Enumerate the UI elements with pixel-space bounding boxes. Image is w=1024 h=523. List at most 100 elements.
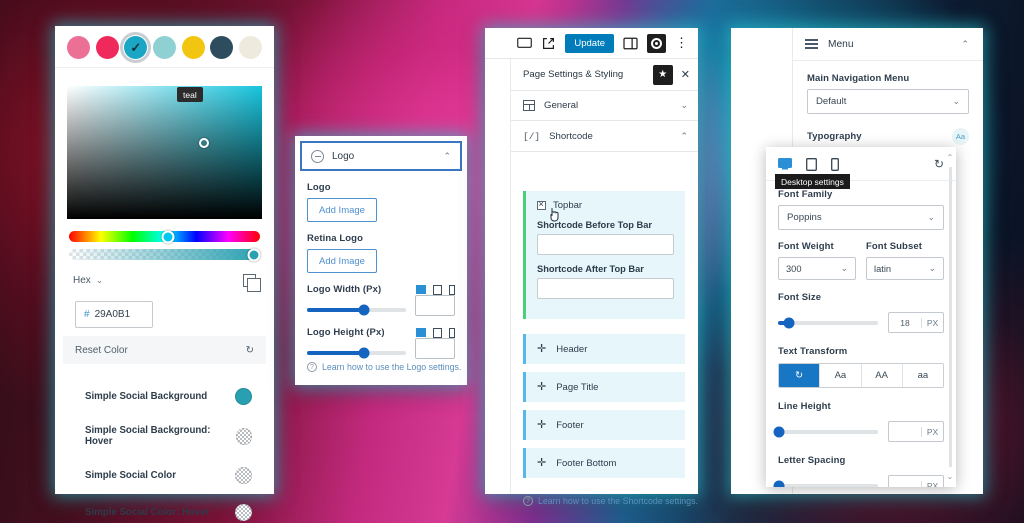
- letter-spacing-row: PX: [773, 475, 944, 487]
- social-row-label: Simple Social Background: [85, 391, 208, 402]
- desktop-icon[interactable]: [416, 328, 426, 337]
- font-family-select[interactable]: Poppins ⌄: [778, 205, 944, 230]
- logo-width-input[interactable]: [415, 295, 455, 316]
- checkbox-icon[interactable]: [537, 199, 546, 210]
- topbar-checkbox-label: Topbar: [553, 200, 583, 211]
- main-nav-select[interactable]: Default ⌄: [807, 89, 969, 114]
- alpha-slider-handle[interactable]: [247, 248, 261, 261]
- section-header[interactable]: ✛ Header: [523, 334, 685, 364]
- swatch-pink[interactable]: [67, 36, 90, 59]
- tablet-icon[interactable]: [433, 327, 442, 338]
- letter-spacing-input[interactable]: PX: [888, 475, 944, 487]
- alpha-slider[interactable]: [69, 248, 261, 261]
- swatch-cream[interactable]: [238, 36, 262, 59]
- section-footer-bottom[interactable]: ✛ Footer Bottom: [523, 448, 685, 478]
- popover-scrollbar[interactable]: ⌃ ⌄: [946, 153, 954, 481]
- retina-add-image-button[interactable]: Add Image: [307, 249, 377, 273]
- text-transform-group: ↻ Aa AA aa: [778, 363, 944, 388]
- mobile-icon[interactable]: [831, 157, 839, 171]
- mobile-icon[interactable]: [449, 327, 455, 338]
- social-color-swatch[interactable]: [235, 427, 252, 445]
- logo-height-input[interactable]: [415, 338, 455, 359]
- settings-gear-icon[interactable]: [647, 33, 666, 53]
- section-footer[interactable]: ✛ Footer: [523, 410, 685, 440]
- chevron-down-icon: ⌄: [952, 96, 960, 106]
- typography-badge-icon[interactable]: Aa: [952, 128, 969, 145]
- line-height-slider-handle[interactable]: [773, 426, 785, 437]
- sidebar-toggle-icon[interactable]: [623, 37, 638, 50]
- desktop-preview-icon[interactable]: [517, 37, 533, 50]
- reset-icon[interactable]: ↻: [934, 157, 944, 171]
- social-color-swatch[interactable]: [235, 388, 252, 405]
- tablet-icon[interactable]: [433, 284, 442, 295]
- close-icon[interactable]: ✕: [681, 68, 690, 81]
- social-color-swatch[interactable]: [235, 504, 252, 521]
- shortcode-learn-link[interactable]: ? Learn how to use the Shortcode setting…: [523, 496, 698, 506]
- hue-slider-handle[interactable]: [161, 230, 175, 243]
- list-item[interactable]: Simple Social Background: [55, 378, 274, 415]
- update-button[interactable]: Update: [565, 33, 614, 53]
- logo-field-label: Logo: [307, 182, 331, 193]
- logo-section-header[interactable]: Logo ⌃: [300, 141, 462, 171]
- list-item[interactable]: Simple Social Color: [55, 457, 274, 494]
- topbar-checkbox-row[interactable]: Topbar: [537, 199, 674, 222]
- mobile-icon[interactable]: [449, 284, 455, 295]
- shortcode-before-input[interactable]: [537, 234, 674, 255]
- sv-selector-handle[interactable]: [199, 138, 209, 148]
- section-shortcode[interactable]: [/] Shortcode ⌃: [511, 122, 698, 152]
- desktop-icon[interactable]: [416, 285, 426, 294]
- menu-section-header[interactable]: Menu ⌃: [793, 28, 983, 61]
- section-general[interactable]: General ⌄: [511, 91, 698, 121]
- font-size-input[interactable]: 18 PX: [888, 312, 944, 333]
- font-subset-select[interactable]: latin ⌄: [866, 257, 944, 280]
- text-transform-lowercase-option[interactable]: aa: [902, 364, 943, 387]
- font-size-slider[interactable]: [778, 317, 878, 328]
- plus-icon: ✛: [537, 381, 547, 393]
- text-transform-uppercase-option[interactable]: AA: [861, 364, 903, 387]
- color-format-select[interactable]: Hex ⌄: [73, 275, 103, 286]
- logo-panel: Logo ⌃ Logo Add Image Retina Logo Add Im…: [295, 136, 467, 385]
- section-label: Footer: [556, 419, 584, 431]
- logo-height-slider[interactable]: [307, 347, 406, 359]
- logo-width-slider[interactable]: [307, 304, 406, 316]
- social-color-swatch[interactable]: [235, 467, 252, 484]
- shortcode-after-input[interactable]: [537, 278, 674, 299]
- line-height-input[interactable]: PX: [888, 421, 944, 442]
- tablet-icon[interactable]: [806, 157, 817, 171]
- hue-slider[interactable]: [69, 230, 260, 243]
- letter-spacing-slider-handle[interactable]: [773, 480, 785, 487]
- text-transform-capitalize-option[interactable]: Aa: [820, 364, 862, 387]
- scroll-down-icon[interactable]: ⌄: [946, 472, 954, 481]
- copy-icon[interactable]: [243, 274, 261, 292]
- add-image-button[interactable]: Add Image: [307, 198, 377, 222]
- chevron-up-icon: ⌃: [961, 38, 969, 49]
- line-height-slider[interactable]: [773, 426, 878, 437]
- reset-color-button[interactable]: Reset Color ↻: [63, 336, 266, 364]
- saturation-value-area[interactable]: [67, 86, 262, 219]
- logo-height-slider-handle[interactable]: [358, 347, 370, 359]
- external-link-icon[interactable]: [541, 37, 556, 50]
- text-transform-label: Text Transform: [778, 346, 848, 357]
- font-weight-select[interactable]: 300 ⌄: [778, 257, 856, 280]
- swatch-navy[interactable]: [210, 36, 234, 59]
- font-size-slider-handle[interactable]: [783, 317, 795, 328]
- hex-input[interactable]: # 29A0B1: [75, 301, 153, 328]
- swatch-rose[interactable]: [95, 36, 119, 59]
- swatch-light-teal[interactable]: [152, 36, 176, 59]
- swatch-gold[interactable]: [181, 36, 205, 59]
- desktop-icon[interactable]: [778, 158, 792, 170]
- letter-spacing-slider[interactable]: [773, 480, 878, 487]
- list-item[interactable]: Simple Social Background: Hover: [55, 415, 274, 457]
- social-row-label: Simple Social Background: Hover: [85, 425, 211, 447]
- scroll-up-icon[interactable]: ⌃: [946, 153, 954, 162]
- logo-learn-link[interactable]: ? Learn how to use the Logo settings.: [307, 362, 461, 372]
- list-item[interactable]: Simple Social Color: Hover: [55, 494, 274, 523]
- more-options-icon[interactable]: ⋮: [675, 36, 688, 49]
- color-sliders: [69, 230, 261, 261]
- pin-star-icon[interactable]: ★: [652, 64, 673, 85]
- logo-width-slider-handle[interactable]: [358, 304, 370, 316]
- text-transform-reset-option[interactable]: ↻: [779, 364, 821, 387]
- swatch-teal-selected[interactable]: [120, 32, 152, 63]
- section-page-title[interactable]: ✛ Page Title: [523, 372, 685, 402]
- reset-icon: ↻: [245, 344, 254, 356]
